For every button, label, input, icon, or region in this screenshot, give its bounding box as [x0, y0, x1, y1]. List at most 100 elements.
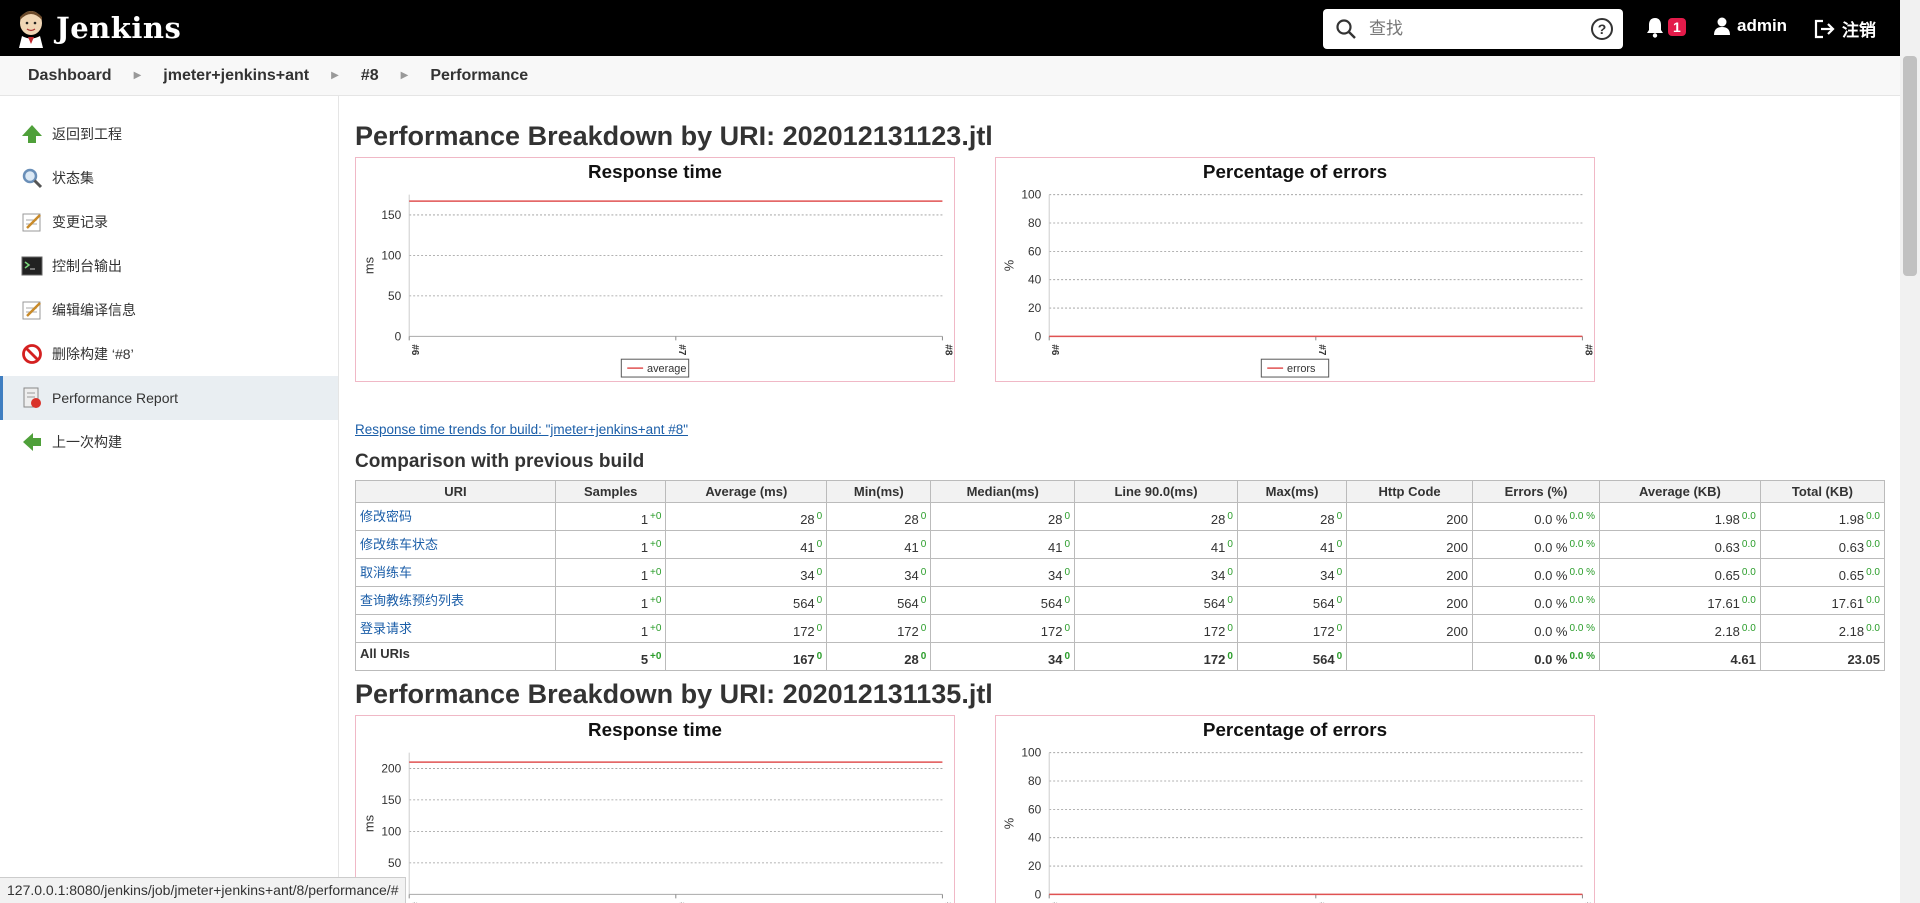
- response-time-trends-link[interactable]: Response time trends for build: "jmeter+…: [355, 422, 1900, 437]
- min-value: 172: [897, 624, 919, 639]
- delta-value: 0.0: [1741, 511, 1756, 522]
- totalkb-cell: 0.65 0.0: [1759, 558, 1886, 587]
- sidebar-item-changes[interactable]: 变更记录: [0, 200, 338, 244]
- delta-value: +0: [650, 539, 662, 550]
- errors-cell: 0.0 % 0.0 %: [1471, 586, 1601, 615]
- avgkb-value: 4.61: [1730, 652, 1756, 667]
- min-cell: 28 0: [826, 642, 932, 671]
- sidebar-item-label: 删除构建 ‘#8’: [52, 346, 134, 362]
- column-header[interactable]: Average (ms): [665, 480, 828, 503]
- delta-value: 0.0: [1866, 567, 1880, 578]
- column-header[interactable]: Samples: [554, 480, 667, 503]
- chevron-right-icon: ▶: [400, 70, 409, 81]
- notepad-icon: [20, 210, 44, 234]
- terminal-icon: [20, 254, 44, 278]
- delta-value: 0: [1227, 595, 1233, 606]
- code-cell: 200: [1346, 530, 1473, 559]
- max-value: 34: [1320, 568, 1335, 583]
- chart-title: Response time: [588, 719, 722, 740]
- avg-cell: 41 0: [665, 530, 828, 559]
- max-cell: 564 0: [1236, 642, 1348, 671]
- avg-cell: 167 0: [665, 642, 828, 671]
- avgkb-cell: 1.98 0.0: [1599, 502, 1761, 531]
- errors-cell: 0.0 % 0.0 %: [1471, 642, 1601, 671]
- avgkb-value: 17.61: [1707, 596, 1740, 611]
- sidebar-item-performance-report[interactable]: Performance Report: [0, 376, 338, 420]
- y-axis-label: ms: [362, 815, 377, 832]
- x-tick-label: #6: [409, 344, 420, 356]
- code-cell: 200: [1346, 586, 1473, 615]
- delta-value: 0: [920, 539, 927, 550]
- search-icon: [1336, 19, 1356, 39]
- column-header[interactable]: Median(ms): [930, 480, 1076, 503]
- column-header[interactable]: Average (KB): [1599, 480, 1761, 503]
- chevron-right-icon: ▶: [331, 70, 339, 81]
- breadcrumb-job[interactable]: jmeter+jenkins+ant: [163, 67, 309, 85]
- column-header[interactable]: URI: [355, 480, 556, 503]
- uri-link[interactable]: 查询教练预约列表: [360, 593, 464, 608]
- avg-value: 41: [800, 540, 815, 555]
- totalkb-value: 1.98: [1838, 512, 1865, 527]
- scrollbar-thumb[interactable]: [1903, 56, 1917, 276]
- jenkins-logo[interactable]: Jenkins: [14, 8, 181, 48]
- breadcrumb-build[interactable]: #8: [361, 67, 379, 85]
- legend-label: errors: [1287, 363, 1316, 375]
- errors-cell: 0.0 % 0.0 %: [1471, 502, 1601, 531]
- uri-link[interactable]: 修改密码: [360, 509, 412, 524]
- delta-value: 0: [1064, 567, 1071, 578]
- uri-cell: 修改密码: [355, 502, 556, 531]
- x-tick-label: #7: [1316, 344, 1327, 356]
- samples-value: 1: [640, 540, 649, 555]
- line90-value: 172: [1203, 624, 1226, 639]
- uri-link[interactable]: 取消练车: [360, 565, 412, 580]
- errors-chart: Percentage of errors% 0 20 40 60 80 100 #6 #7 #8 e…: [995, 157, 1595, 382]
- delta-value: 0: [1064, 511, 1071, 522]
- delta-value: 0: [920, 623, 927, 634]
- delta-value: 0: [1064, 539, 1071, 550]
- delta-value: 0: [1064, 651, 1071, 662]
- breadcrumb-performance[interactable]: Performance: [430, 67, 528, 85]
- totalkb-cell: 0.63 0.0: [1759, 530, 1886, 559]
- column-header[interactable]: Errors (%): [1471, 480, 1601, 503]
- code-value: 200: [1446, 512, 1468, 527]
- y-tick-label: 100: [1021, 746, 1041, 760]
- errors-value: 0.0 %: [1534, 540, 1568, 555]
- delta-value: 0: [920, 511, 927, 522]
- sidebar-item-edit-build-info[interactable]: 编辑编译信息: [0, 288, 338, 332]
- uri-cell: All URIs: [355, 642, 556, 671]
- y-axis-label: ms: [362, 257, 377, 274]
- median-cell: 172 0: [930, 614, 1076, 643]
- notifications-button[interactable]: 1: [1645, 16, 1686, 38]
- sidebar-item-delete-build[interactable]: 删除构建 ‘#8’: [0, 332, 338, 376]
- breadcrumb-dashboard[interactable]: Dashboard: [28, 67, 112, 85]
- search-input[interactable]: [1369, 19, 1579, 39]
- notification-badge: 1: [1668, 18, 1686, 36]
- uri-cell: 查询教练预约列表: [355, 586, 556, 615]
- sidebar-item-label: 变更记录: [52, 214, 108, 230]
- sidebar-item-previous-build[interactable]: 上一次构建: [0, 420, 338, 464]
- delta-value: 0.0 %: [1569, 651, 1596, 662]
- totalkb-cell: 1.98 0.0: [1759, 502, 1886, 531]
- max-value: 28: [1320, 512, 1335, 527]
- comparison-table: URI Samples Average (ms) Min(ms) Median(ms) L…: [355, 480, 1886, 671]
- uri-link[interactable]: 修改练车状态: [360, 537, 438, 552]
- max-cell: 564 0: [1236, 586, 1348, 615]
- line90-cell: 172 0: [1074, 642, 1238, 671]
- sidebar-item-status[interactable]: 状态集: [0, 156, 338, 200]
- uri-link[interactable]: 登录请求: [360, 621, 412, 636]
- sidebar-item-label: Performance Report: [52, 390, 179, 406]
- delta-value: 0.0: [1741, 595, 1756, 606]
- code-cell: 200: [1346, 614, 1473, 643]
- column-header[interactable]: Max(ms): [1236, 480, 1348, 503]
- delta-value: 0: [1336, 651, 1343, 662]
- logout-button[interactable]: 注销: [1814, 16, 1876, 41]
- user-menu[interactable]: admin: [1713, 16, 1787, 36]
- help-icon[interactable]: ?: [1591, 18, 1613, 40]
- sidebar-item-back-to-project[interactable]: 返回到工程: [0, 112, 338, 156]
- column-header[interactable]: Line 90.0(ms): [1074, 480, 1238, 503]
- column-header[interactable]: Min(ms): [826, 480, 932, 503]
- column-header[interactable]: Http Code: [1346, 480, 1473, 503]
- column-header[interactable]: Total (KB): [1759, 480, 1886, 503]
- avg-cell: 34 0: [665, 558, 828, 587]
- sidebar-item-console-output[interactable]: 控制台输出: [0, 244, 338, 288]
